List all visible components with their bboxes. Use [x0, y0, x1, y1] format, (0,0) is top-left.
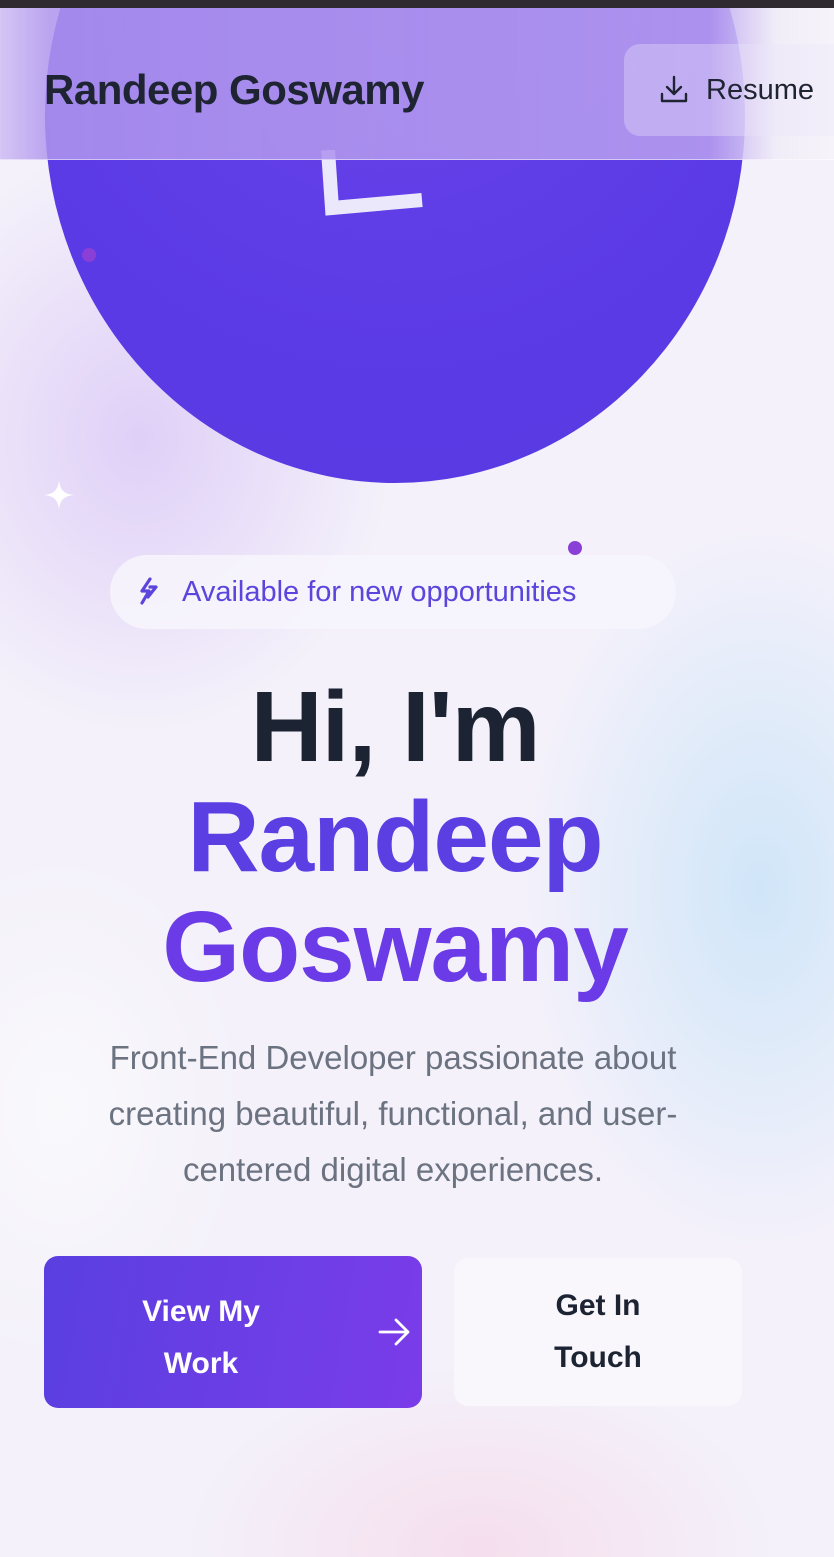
- sparkle-hand-icon: [140, 577, 158, 605]
- hero-name-last: Goswamy: [162, 891, 628, 1003]
- decor-dot: [568, 541, 582, 555]
- arrow-right-icon: [378, 1318, 410, 1346]
- view-my-work-label: View My Work: [142, 1295, 260, 1380]
- availability-badge: Available for new opportunities: [110, 555, 676, 629]
- avatar-mark-icon: [321, 150, 423, 216]
- hero-headline: Hi, I'm Randeep Goswamy: [0, 672, 790, 1002]
- resume-label: Resume: [706, 73, 814, 106]
- decor-dot: [82, 248, 96, 262]
- get-in-touch-label: Get In Touch: [554, 1289, 642, 1374]
- hero-name-first: Randeep: [187, 781, 603, 893]
- availability-text: Available for new opportunities: [182, 575, 577, 608]
- download-icon: [660, 75, 688, 103]
- view-my-work-button[interactable]: View My Work: [44, 1256, 422, 1408]
- brand-name[interactable]: Randeep Goswamy: [44, 66, 424, 114]
- hero-greeting: Hi, I'm: [250, 671, 540, 783]
- hero-tagline: Front-End Developer passionate about cre…: [108, 1039, 678, 1188]
- window-top-bar: [0, 0, 834, 8]
- sparkle-icon: [44, 480, 74, 510]
- resume-download-button[interactable]: Resume: [624, 44, 834, 136]
- get-in-touch-button[interactable]: Get In Touch: [454, 1258, 742, 1406]
- site-header: Randeep Goswamy Resume: [0, 8, 834, 160]
